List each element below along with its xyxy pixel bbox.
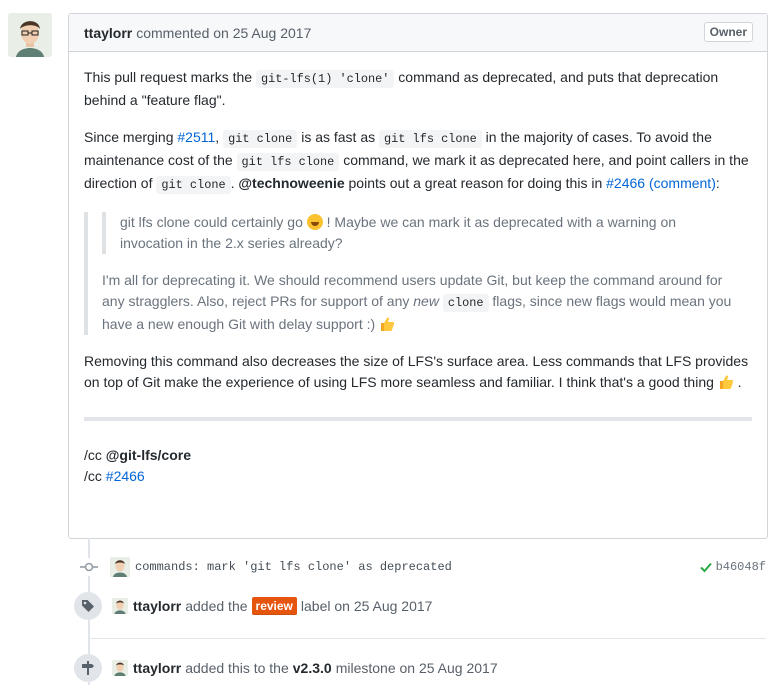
timeline-separator bbox=[90, 638, 766, 639]
grinning-emoji-icon bbox=[306, 214, 323, 230]
cc-line-2: /cc #2466 bbox=[84, 466, 752, 487]
tag-icon-badge bbox=[74, 592, 102, 620]
review-label[interactable]: review bbox=[251, 597, 297, 615]
event-author-avatar[interactable] bbox=[112, 660, 128, 676]
inline-code: git lfs clone bbox=[236, 153, 340, 171]
text: /cc bbox=[84, 447, 106, 463]
comment-link[interactable]: (comment) bbox=[649, 175, 716, 191]
paragraph-2: Since merging #2511, git clone is as fas… bbox=[84, 127, 752, 196]
text: Since merging bbox=[84, 129, 178, 145]
text: Removing this command also decreases the… bbox=[84, 353, 749, 390]
owner-badge: Owner bbox=[703, 22, 753, 42]
text: added the bbox=[185, 598, 248, 614]
check-icon[interactable] bbox=[699, 561, 712, 573]
text: This pull request marks the bbox=[84, 69, 256, 85]
event-author[interactable]: ttaylorr bbox=[133, 598, 181, 614]
text: . bbox=[733, 374, 742, 390]
comment-author[interactable]: ttaylorr bbox=[84, 25, 132, 41]
text: /cc bbox=[84, 468, 106, 484]
commit-row: commands: mark 'git lfs clone' as deprec… bbox=[80, 557, 766, 577]
inline-code: git lfs clone bbox=[379, 130, 482, 148]
milestone-name[interactable]: v2.3.0 bbox=[293, 660, 332, 676]
comment-box: ttaylorr commented on 25 Aug 2017 Owner … bbox=[68, 13, 768, 539]
commit-author-avatar[interactable] bbox=[110, 557, 130, 577]
event-author[interactable]: ttaylorr bbox=[133, 660, 181, 676]
user-mention[interactable]: @technoweenie bbox=[238, 175, 344, 191]
emphasis: new bbox=[413, 293, 439, 309]
milestone-event-text: ttaylorr added this to the v2.3.0 milest… bbox=[112, 660, 498, 676]
thumbsup-emoji-icon bbox=[719, 375, 733, 389]
quote-paragraph: I'm all for deprecating it. We should re… bbox=[102, 270, 738, 335]
comment-body: This pull request marks the git-lfs(1) '… bbox=[69, 52, 767, 487]
team-mention[interactable]: @git-lfs/core bbox=[106, 447, 191, 463]
tag-icon bbox=[82, 600, 94, 612]
text: points out a great reason for doing this… bbox=[344, 175, 607, 191]
text: git lfs clone could certainly go bbox=[120, 214, 307, 230]
inline-code: git clone bbox=[223, 130, 298, 148]
issue-link-2511[interactable]: #2511 bbox=[177, 129, 215, 145]
commit-status: b46048f bbox=[699, 560, 766, 574]
milestone-icon bbox=[82, 661, 94, 675]
blockquote: git lfs clone could certainly go ! Maybe… bbox=[84, 212, 752, 335]
milestone-icon-badge bbox=[74, 654, 102, 682]
paragraph-1: This pull request marks the git-lfs(1) '… bbox=[84, 67, 752, 111]
issue-link-2466[interactable]: #2466 bbox=[606, 175, 645, 191]
event-author-avatar[interactable] bbox=[112, 598, 128, 614]
paragraph-3: Removing this command also decreases the… bbox=[84, 351, 752, 393]
text: label on 25 Aug 2017 bbox=[300, 598, 433, 614]
author-avatar[interactable] bbox=[8, 13, 52, 57]
thumbsup-emoji-icon bbox=[381, 317, 395, 331]
milestone-event: ttaylorr added this to the v2.3.0 milest… bbox=[74, 654, 498, 682]
commit-message[interactable]: commands: mark 'git lfs clone' as deprec… bbox=[135, 560, 452, 574]
comment-header: ttaylorr commented on 25 Aug 2017 Owner bbox=[69, 14, 767, 52]
cc-line-1: /cc @git-lfs/core bbox=[84, 445, 752, 466]
text: , bbox=[215, 129, 224, 145]
label-event: ttaylorr added the review label on 25 Au… bbox=[74, 592, 432, 620]
inline-code: clone bbox=[442, 294, 489, 312]
inline-code: git-lfs(1) 'clone' bbox=[255, 70, 395, 88]
comment-action[interactable]: commented on 25 Aug 2017 bbox=[136, 25, 311, 41]
text: : bbox=[715, 175, 720, 191]
label-event-text: ttaylorr added the review label on 25 Au… bbox=[112, 597, 432, 615]
text: added this to the bbox=[185, 660, 289, 676]
inline-code: git clone bbox=[156, 176, 231, 194]
horizontal-rule bbox=[84, 417, 752, 421]
issue-link-2466[interactable]: #2466 bbox=[106, 468, 145, 484]
text: is as fast as bbox=[297, 129, 380, 145]
text: milestone on 25 Aug 2017 bbox=[335, 660, 498, 676]
commit-sha[interactable]: b46048f bbox=[716, 560, 766, 574]
commit-icon bbox=[80, 558, 98, 576]
nested-blockquote: git lfs clone could certainly go ! Maybe… bbox=[102, 212, 738, 254]
